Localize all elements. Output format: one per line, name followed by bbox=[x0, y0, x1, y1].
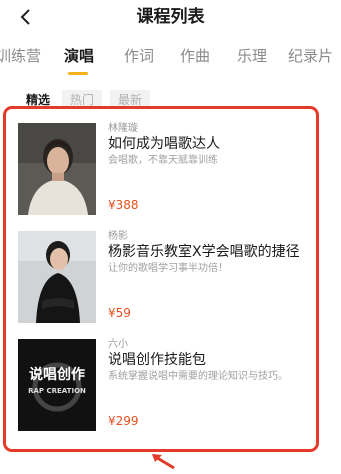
tab-singing[interactable]: 演唱 bbox=[64, 44, 94, 68]
course-thumbnail bbox=[18, 231, 96, 323]
active-tab-indicator bbox=[68, 72, 88, 75]
cover-subtitle-text: RAP CREATION bbox=[28, 387, 86, 395]
course-title: 说唱创作技能包 bbox=[108, 352, 206, 368]
course-description: 会唱歌，不靠天赋靠训练 bbox=[108, 155, 218, 166]
course-thumbnail: 说唱创作 RAP CREATION bbox=[18, 339, 96, 431]
course-teacher: 林隆璇 bbox=[108, 123, 138, 134]
tab-composition[interactable]: 作曲 bbox=[180, 44, 210, 68]
course-list-highlight: 林隆璇 如何成为唱歌达人 会唱歌，不靠天赋靠训练 ¥388 杨影 杨影音乐教室X… bbox=[3, 106, 319, 452]
course-thumbnail bbox=[18, 123, 96, 215]
course-price: ¥388 bbox=[108, 198, 139, 212]
tab-lyrics[interactable]: 作词 bbox=[124, 44, 154, 68]
category-tabs: 训练营 演唱 作词 作曲 乐理 纪录片 bbox=[0, 44, 341, 76]
tab-documentary[interactable]: 纪录片 bbox=[288, 44, 333, 68]
course-teacher: 杨影 bbox=[108, 231, 128, 242]
course-item[interactable]: 林隆璇 如何成为唱歌达人 会唱歌，不靠天赋靠训练 ¥388 bbox=[18, 123, 308, 215]
cover-title-text: 说唱创作 bbox=[29, 366, 85, 383]
tab-training-camp[interactable]: 训练营 bbox=[0, 44, 41, 68]
course-description: 系统掌握说唱中需要的理论知识与技巧。 bbox=[108, 371, 288, 382]
arrow-annotation-icon bbox=[152, 454, 175, 470]
tab-music-theory[interactable]: 乐理 bbox=[237, 44, 267, 68]
page-title: 课程列表 bbox=[136, 7, 205, 27]
header: 课程列表 bbox=[0, 0, 341, 36]
course-price: ¥59 bbox=[108, 306, 131, 320]
course-item[interactable]: 杨影 杨影音乐教室X学会唱歌的捷径 让你的歌唱学习事半功倍！ ¥59 bbox=[18, 231, 308, 323]
course-title: 如何成为唱歌达人 bbox=[108, 136, 220, 152]
course-item[interactable]: 说唱创作 RAP CREATION 六小 说唱创作技能包 系统掌握说唱中需要的理… bbox=[18, 339, 308, 431]
course-description: 让你的歌唱学习事半功倍！ bbox=[108, 263, 228, 274]
course-price: ¥299 bbox=[108, 414, 139, 428]
course-teacher: 六小 bbox=[108, 339, 128, 350]
course-title: 杨影音乐教室X学会唱歌的捷径 bbox=[108, 244, 300, 260]
